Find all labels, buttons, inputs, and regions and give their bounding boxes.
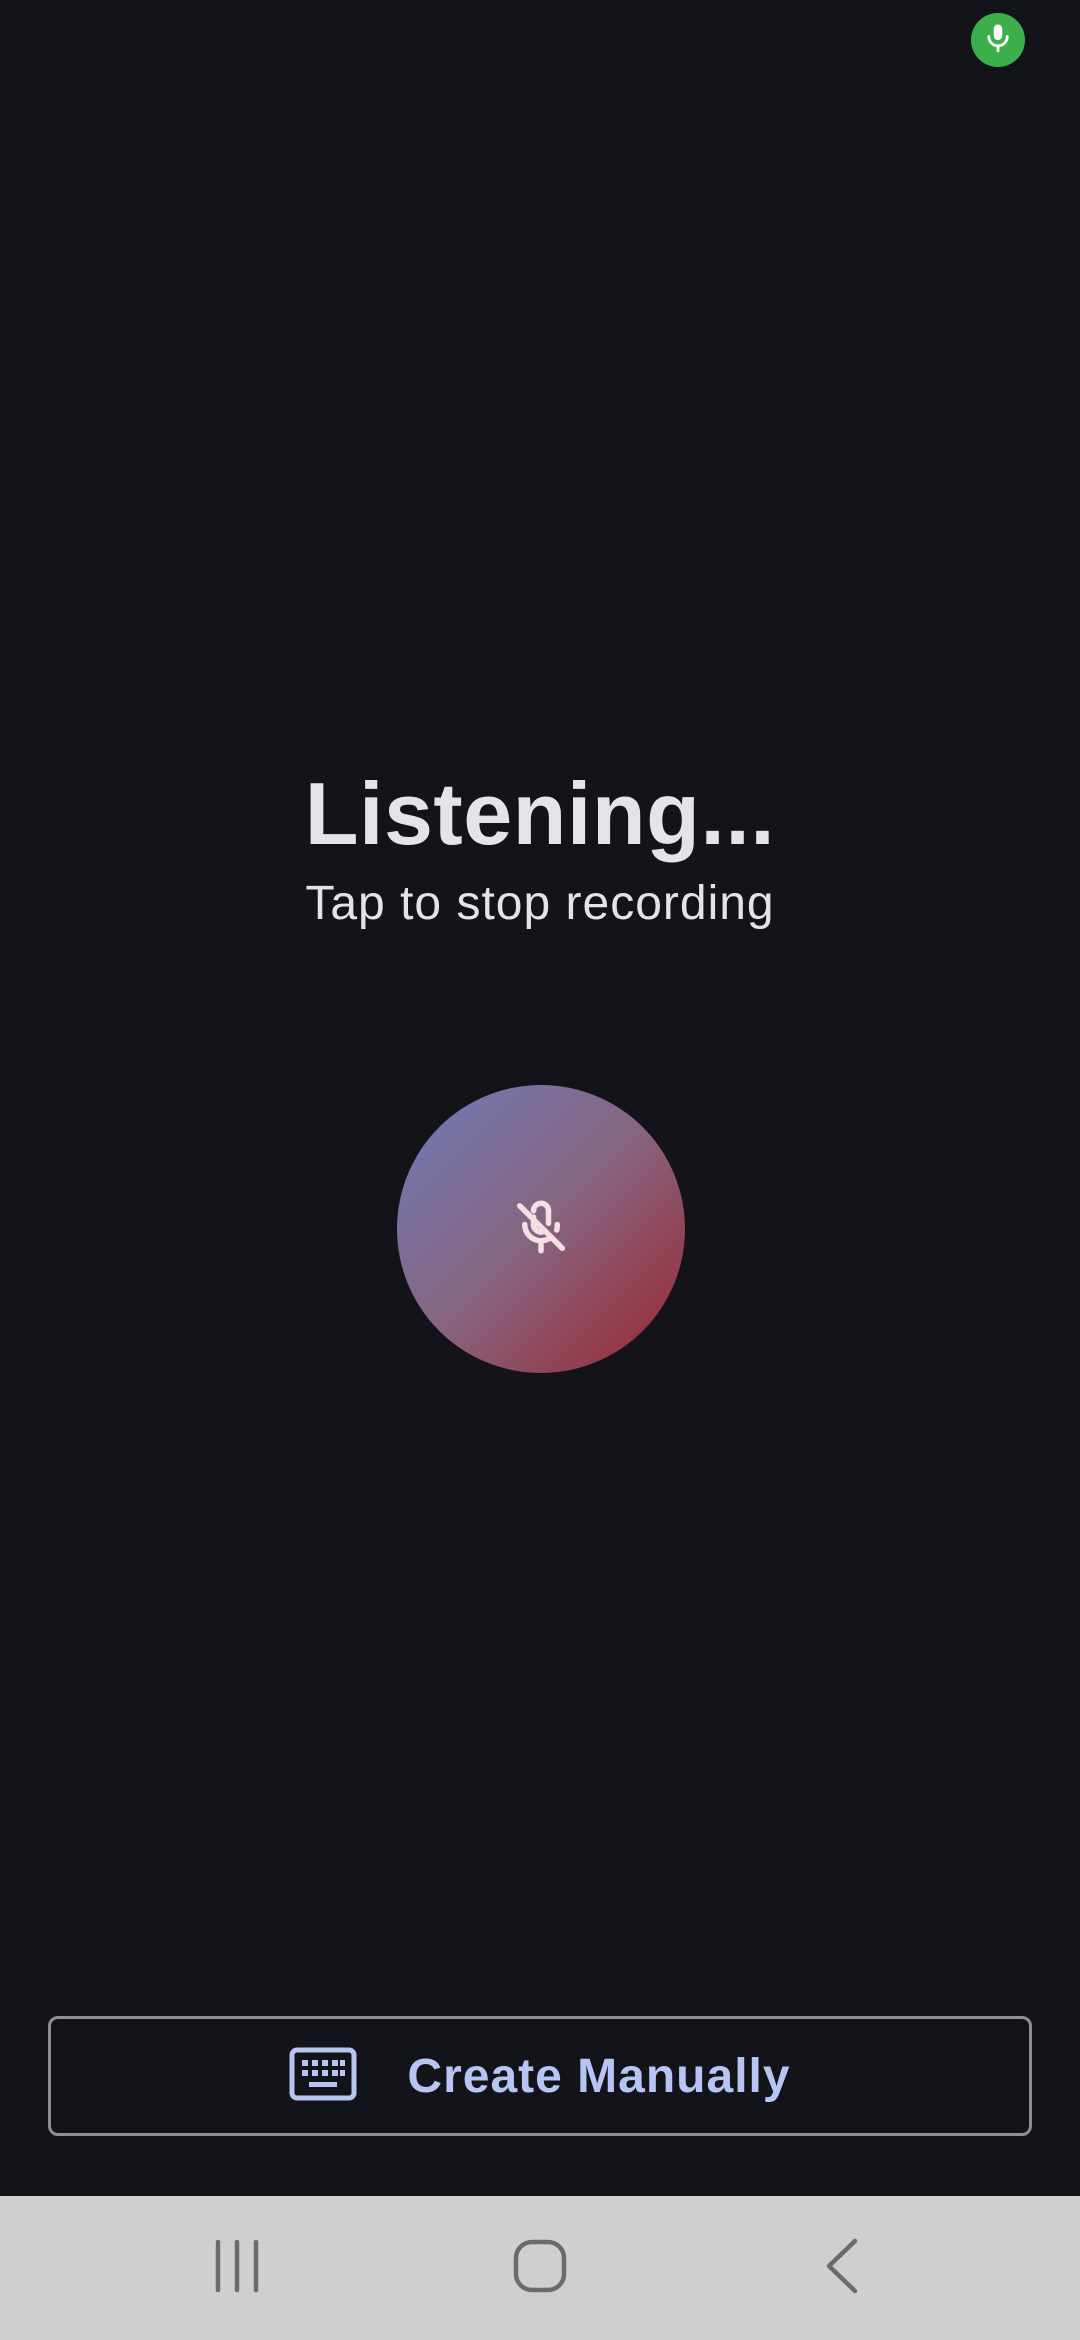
back-icon bbox=[822, 2236, 862, 2301]
system-navigation-bar bbox=[0, 2196, 1080, 2340]
mic-in-use-indicator bbox=[971, 13, 1025, 67]
microphone-icon bbox=[981, 21, 1015, 60]
instruction-text: Tap to stop recording bbox=[305, 877, 775, 930]
microphone-off-icon bbox=[511, 1197, 571, 1262]
home-icon bbox=[512, 2238, 568, 2299]
create-manually-button[interactable]: Create Manually bbox=[48, 2016, 1032, 2136]
recents-icon bbox=[212, 2238, 262, 2299]
keyboard-icon bbox=[289, 2047, 357, 2106]
back-button[interactable] bbox=[762, 2196, 922, 2340]
recents-button[interactable] bbox=[157, 2196, 317, 2340]
create-manually-label: Create Manually bbox=[407, 2049, 791, 2103]
home-button[interactable] bbox=[460, 2196, 620, 2340]
stop-recording-button[interactable] bbox=[397, 1085, 685, 1373]
page-title: Listening... bbox=[304, 764, 776, 863]
screen: Listening... Tap to stop recording Creat… bbox=[0, 0, 1080, 2340]
